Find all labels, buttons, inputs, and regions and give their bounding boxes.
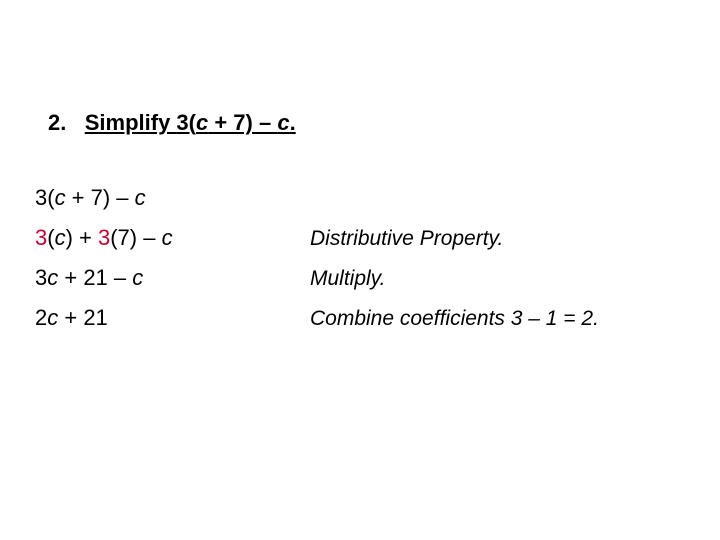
step-row: 3c + 21 – c Multiply. bbox=[35, 265, 599, 291]
step-row: 2c + 21 Combine coefficients 3 – 1 = 2. bbox=[35, 305, 599, 331]
step-row: 3(c) + 3(7) – c Distributive Property. bbox=[35, 225, 599, 251]
problem-number: 2. bbox=[48, 110, 66, 135]
work-steps: 3(c + 7) – c 3(c) + 3(7) – c Distributiv… bbox=[35, 185, 599, 345]
step-reason: Distributive Property. bbox=[310, 227, 503, 251]
step-expression: 3(c) + 3(7) – c bbox=[35, 225, 310, 251]
step-expression: 2c + 21 bbox=[35, 305, 310, 331]
slide: 2. Simplify 3(c + 7) – c. 3(c + 7) – c 3… bbox=[0, 0, 720, 540]
step-expression: 3(c + 7) – c bbox=[35, 185, 310, 211]
step-expression: 3c + 21 – c bbox=[35, 265, 310, 291]
problem-statement: Simplify 3(c + 7) – c. bbox=[85, 110, 296, 135]
step-reason: Combine coefficients 3 – 1 = 2. bbox=[310, 307, 599, 331]
step-reason: Multiply. bbox=[310, 267, 385, 291]
problem-heading: 2. Simplify 3(c + 7) – c. bbox=[48, 110, 296, 136]
step-row: 3(c + 7) – c bbox=[35, 185, 599, 211]
